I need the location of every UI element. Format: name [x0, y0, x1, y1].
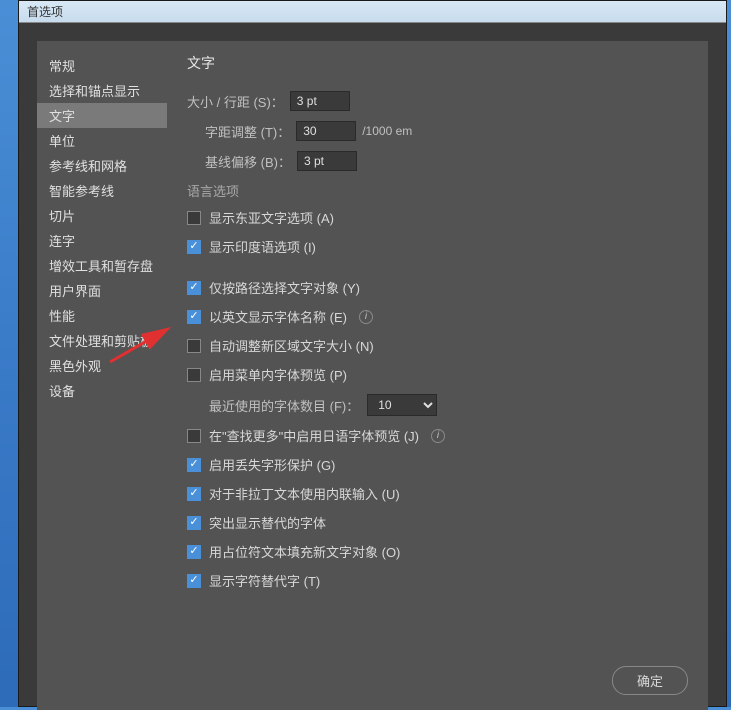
checkbox-select-by-path[interactable]: 仅按路径选择文字对象 (Y) — [187, 278, 688, 297]
recent-fonts-label: 最近使用的字体数目 (F)： — [209, 396, 359, 415]
size-leading-label: 大小 / 行距 (S)： — [187, 92, 284, 111]
size-leading-field: 大小 / 行距 (S)： — [187, 91, 688, 111]
main-panel: 文字 大小 / 行距 (S)： 字距调整 (T)： /1000 em 基线偏移 … — [167, 41, 708, 710]
checkbox-inline-input[interactable]: 对于非拉丁文本使用内联输入 (U) — [187, 484, 688, 503]
checkbox-label: 自动调整新区域文字大小 (N) — [209, 336, 374, 355]
checkbox-icon[interactable] — [187, 574, 201, 588]
checkbox-show-alt-glyph[interactable]: 显示字符替代字 (T) — [187, 571, 688, 590]
checkbox-icon[interactable] — [187, 240, 201, 254]
sidebar-item-ui[interactable]: 用户界面 — [37, 278, 167, 303]
tracking-label: 字距调整 (T)： — [205, 122, 290, 141]
sidebar-item-units[interactable]: 单位 — [37, 128, 167, 153]
preferences-window: 首选项 常规 选择和锚点显示 文字 单位 参考线和网格 智能参考线 切片 连字 … — [18, 0, 727, 707]
tracking-field: 字距调整 (T)： /1000 em — [205, 121, 688, 141]
checkbox-auto-resize[interactable]: 自动调整新区域文字大小 (N) — [187, 336, 688, 355]
checkbox-indic[interactable]: 显示印度语选项 (I) — [187, 237, 688, 256]
checkbox-icon[interactable] — [187, 487, 201, 501]
sidebar-item-type[interactable]: 文字 — [37, 103, 167, 128]
checkbox-icon[interactable] — [187, 545, 201, 559]
tracking-input[interactable] — [296, 121, 356, 141]
sidebar-item-smart-guides[interactable]: 智能参考线 — [37, 178, 167, 203]
checkbox-icon[interactable] — [187, 516, 201, 530]
language-group-label: 语言选项 — [187, 181, 688, 200]
sidebar-item-performance[interactable]: 性能 — [37, 303, 167, 328]
checkbox-east-asian[interactable]: 显示东亚文字选项 (A) — [187, 208, 688, 227]
checkbox-highlight-alt[interactable]: 突出显示替代的字体 — [187, 513, 688, 532]
checkbox-icon[interactable] — [187, 310, 201, 324]
checkbox-label: 以英文显示字体名称 (E) — [209, 307, 347, 326]
checkbox-missing-glyph[interactable]: 启用丢失字形保护 (G) — [187, 455, 688, 474]
checkbox-label: 显示东亚文字选项 (A) — [209, 208, 334, 227]
info-icon[interactable]: i — [359, 310, 373, 324]
checkbox-icon[interactable] — [187, 429, 201, 443]
checkbox-icon[interactable] — [187, 458, 201, 472]
sidebar-item-file-clipboard[interactable]: 文件处理和剪贴板 — [37, 328, 167, 353]
window-titlebar: 首选项 — [19, 1, 726, 23]
baseline-field: 基线偏移 (B)： — [205, 151, 688, 171]
checkbox-icon[interactable] — [187, 368, 201, 382]
sidebar-item-plugins[interactable]: 增效工具和暂存盘 — [37, 253, 167, 278]
checkbox-icon[interactable] — [187, 281, 201, 295]
checkbox-label: 显示印度语选项 (I) — [209, 237, 316, 256]
recent-fonts-dropdown[interactable]: 10 — [367, 394, 437, 416]
checkbox-jp-preview[interactable]: 在"查找更多"中启用日语字体预览 (J) i — [187, 426, 688, 445]
window-title: 首选项 — [27, 5, 63, 19]
ok-button[interactable]: 确定 — [612, 666, 688, 695]
checkbox-icon[interactable] — [187, 211, 201, 225]
checkbox-label: 仅按路径选择文字对象 (Y) — [209, 278, 360, 297]
checkbox-label: 显示字符替代字 (T) — [209, 571, 320, 590]
checkbox-label: 用占位符文本填充新文字对象 (O) — [209, 542, 400, 561]
info-icon[interactable]: i — [431, 429, 445, 443]
checkbox-label: 对于非拉丁文本使用内联输入 (U) — [209, 484, 400, 503]
content-area: 常规 选择和锚点显示 文字 单位 参考线和网格 智能参考线 切片 连字 增效工具… — [37, 41, 708, 710]
size-leading-input[interactable] — [290, 91, 350, 111]
checkbox-label: 启用菜单内字体预览 (P) — [209, 365, 347, 384]
sidebar-item-slices[interactable]: 切片 — [37, 203, 167, 228]
sidebar-item-guides[interactable]: 参考线和网格 — [37, 153, 167, 178]
preferences-sidebar: 常规 选择和锚点显示 文字 单位 参考线和网格 智能参考线 切片 连字 增效工具… — [37, 41, 167, 710]
baseline-label: 基线偏移 (B)： — [205, 152, 291, 171]
checkbox-menu-preview[interactable]: 启用菜单内字体预览 (P) — [187, 365, 688, 384]
sidebar-item-black-appearance[interactable]: 黑色外观 — [37, 353, 167, 378]
baseline-input[interactable] — [297, 151, 357, 171]
checkbox-label: 在"查找更多"中启用日语字体预览 (J) — [209, 426, 419, 445]
checkbox-label: 突出显示替代的字体 — [209, 513, 326, 532]
sidebar-item-hyphenation[interactable]: 连字 — [37, 228, 167, 253]
recent-fonts-row: 最近使用的字体数目 (F)： 10 — [187, 394, 688, 416]
checkbox-placeholder-text[interactable]: 用占位符文本填充新文字对象 (O) — [187, 542, 688, 561]
checkbox-icon[interactable] — [187, 339, 201, 353]
sidebar-item-general[interactable]: 常规 — [37, 53, 167, 78]
panel-title: 文字 — [187, 53, 688, 73]
sidebar-item-devices[interactable]: 设备 — [37, 378, 167, 403]
checkbox-label: 启用丢失字形保护 (G) — [209, 455, 335, 474]
checkbox-english-font-names[interactable]: 以英文显示字体名称 (E) i — [187, 307, 688, 326]
button-row: 确定 — [612, 666, 688, 695]
tracking-unit: /1000 em — [362, 124, 412, 138]
sidebar-item-selection[interactable]: 选择和锚点显示 — [37, 78, 167, 103]
